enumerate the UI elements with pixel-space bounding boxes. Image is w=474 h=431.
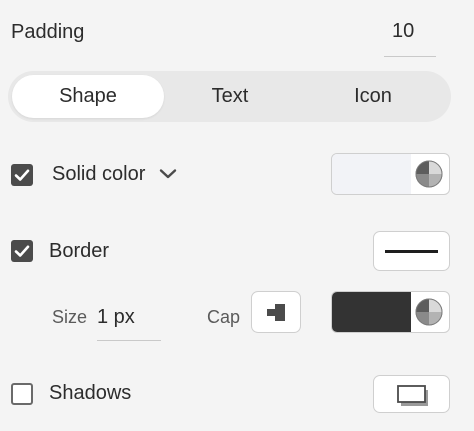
shadows-label: Shadows <box>49 382 132 404</box>
shadows-checkbox[interactable] <box>11 383 33 405</box>
tab-text[interactable]: Text <box>162 75 298 118</box>
fill-mode-dropdown[interactable]: Solid color <box>52 163 177 186</box>
border-label: Border <box>49 240 110 262</box>
line-cap-icon <box>265 301 289 330</box>
chevron-down-icon <box>159 163 177 186</box>
tab-shape[interactable]: Shape <box>12 75 164 118</box>
cap-label: Cap <box>207 307 241 327</box>
padding-label: Padding <box>11 21 85 43</box>
line-cap-button[interactable] <box>251 291 301 333</box>
color-wheel-icon <box>414 297 444 327</box>
tab-icon[interactable]: Icon <box>298 75 448 118</box>
shadow-settings-button[interactable] <box>373 375 450 413</box>
padding-input[interactable]: 10 <box>384 19 436 57</box>
color-wheel-icon <box>414 159 444 189</box>
border-color-swatch[interactable] <box>331 291 450 333</box>
tab-bar: Shape Text Icon <box>8 71 451 122</box>
fill-color-swatch[interactable] <box>331 153 450 195</box>
shadow-preview-icon <box>396 384 432 413</box>
fill-color-preview <box>332 154 411 194</box>
border-size-input[interactable]: 1 px <box>97 299 161 341</box>
solid-line-icon <box>385 250 438 253</box>
fill-checkbox[interactable] <box>11 164 33 186</box>
border-color-preview <box>332 292 411 332</box>
border-checkbox[interactable] <box>11 240 33 262</box>
fill-mode-label: Solid color <box>52 163 146 185</box>
size-label: Size <box>52 307 88 327</box>
border-style-button[interactable] <box>373 231 450 271</box>
